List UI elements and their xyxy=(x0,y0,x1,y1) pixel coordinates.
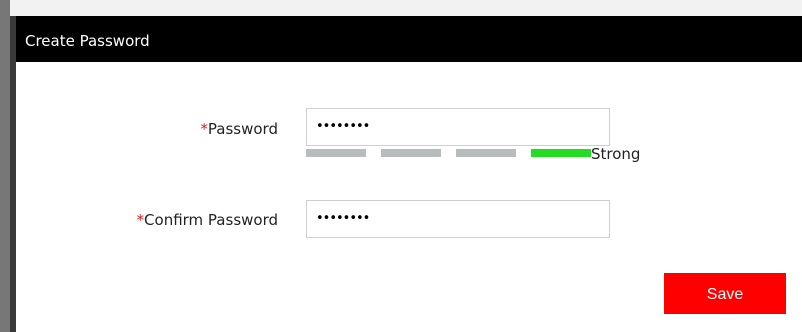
page-backdrop-left xyxy=(0,0,10,332)
strength-bar-1 xyxy=(306,149,366,157)
strength-bar-3 xyxy=(456,149,516,157)
dialog-title: Create Password xyxy=(25,32,150,50)
confirm-password-value: •••••••• xyxy=(316,211,370,226)
confirm-password-input[interactable]: •••••••• xyxy=(306,200,610,238)
dialog-title-bar: Create Password xyxy=(16,16,802,62)
confirm-password-label-text: Confirm Password xyxy=(144,211,278,229)
password-input[interactable]: •••••••• xyxy=(306,108,610,146)
password-value: •••••••• xyxy=(316,119,370,134)
confirm-password-label: *Confirm Password xyxy=(120,211,278,229)
page-backdrop-top xyxy=(0,0,802,16)
password-label-text: Password xyxy=(207,120,278,138)
required-marker: * xyxy=(136,211,145,229)
strength-bar-2 xyxy=(381,149,441,157)
save-button[interactable]: Save xyxy=(664,273,786,314)
strength-label: Strong xyxy=(591,145,641,163)
required-marker: * xyxy=(200,120,208,138)
password-label: *Password xyxy=(190,120,278,138)
strength-bar-4 xyxy=(531,149,591,157)
